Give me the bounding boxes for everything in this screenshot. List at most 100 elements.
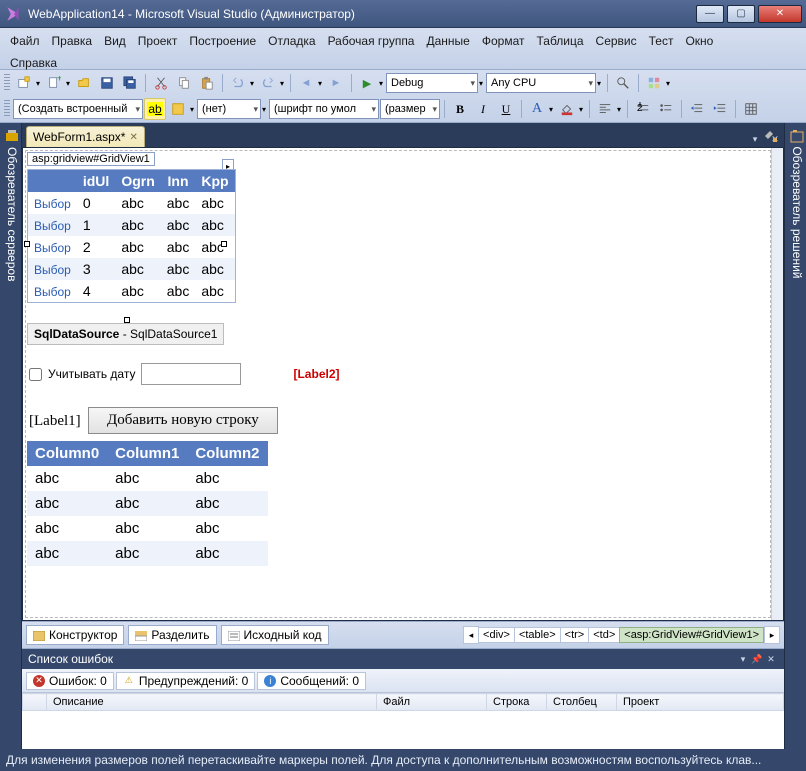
start-debug-dropdown[interactable]: ▾ [377, 72, 385, 94]
menu-format[interactable]: Формат [476, 30, 531, 52]
backcolor-button[interactable] [556, 98, 578, 120]
menu-help[interactable]: Справка [4, 52, 63, 74]
document-tab[interactable]: WebForm1.aspx* ✕ [26, 126, 145, 147]
nav-back-button[interactable]: ◄ [295, 72, 317, 94]
font-size-dropdown[interactable]: (размер [380, 99, 440, 119]
target-rule-arrow[interactable]: ▾ [260, 98, 268, 120]
close-icon[interactable]: ✕ [129, 132, 137, 143]
select-link[interactable]: Выбор [34, 263, 71, 277]
save-all-button[interactable] [119, 72, 141, 94]
element-outline-button[interactable] [167, 98, 189, 120]
col-project[interactable]: Проект [617, 694, 784, 711]
designer-surface[interactable]: asp:gridview#GridView1 ▸ idUl Ogrn Inn K… [22, 147, 784, 621]
menu-file[interactable]: Файл [4, 30, 46, 52]
align-left-button[interactable] [594, 98, 616, 120]
add-row-button[interactable]: Добавить новую строку [88, 407, 278, 434]
target-rule-dropdown[interactable]: (нет) [197, 99, 261, 119]
col-line[interactable]: Строка [487, 694, 547, 711]
undo-dropdown[interactable]: ▾ [248, 72, 256, 94]
menu-project[interactable]: Проект [132, 30, 184, 52]
window-close-button[interactable]: ✕ [758, 5, 802, 23]
forecolor-button[interactable]: A [526, 98, 548, 120]
select-link[interactable]: Выбор [34, 219, 71, 233]
errors-tab[interactable]: ✕Ошибок: 0 [26, 672, 114, 690]
element-outline-dropdown[interactable]: ▾ [188, 98, 196, 120]
date-checkbox[interactable] [29, 368, 42, 381]
indent-button[interactable] [709, 98, 731, 120]
redo-button[interactable] [257, 72, 279, 94]
menu-data[interactable]: Данные [420, 30, 475, 52]
window-minimize-button[interactable]: — [696, 5, 724, 23]
extensions-button[interactable] [643, 72, 665, 94]
resize-handle[interactable] [221, 241, 227, 247]
panel-dropdown-icon[interactable]: ▾ [736, 652, 750, 666]
add-item-dropdown[interactable]: ▾ [64, 72, 72, 94]
menu-team[interactable]: Рабочая группа [322, 30, 421, 52]
outdent-button[interactable] [686, 98, 708, 120]
menu-build[interactable]: Построение [183, 30, 262, 52]
select-link[interactable]: Выбор [34, 285, 71, 299]
menu-view[interactable]: Вид [98, 30, 132, 52]
align-dropdown[interactable]: ▾ [615, 98, 623, 120]
vertical-scrollbar[interactable] [771, 148, 783, 620]
split-view-button[interactable]: Разделить [128, 625, 216, 645]
save-button[interactable] [96, 72, 118, 94]
col-column[interactable]: Столбец [547, 694, 617, 711]
gridview1[interactable]: idUl Ogrn Inn Kpp Выбор0abcabcabc Выбор1… [27, 169, 236, 303]
extensions-dropdown[interactable]: ▾ [664, 72, 672, 94]
messages-tab[interactable]: iСообщений: 0 [257, 672, 366, 690]
cut-button[interactable] [150, 72, 172, 94]
toolbar-grip[interactable] [4, 100, 10, 118]
undo-button[interactable] [227, 72, 249, 94]
redo-dropdown[interactable]: ▾ [278, 72, 286, 94]
breadcrumb-item[interactable]: <td> [588, 627, 620, 643]
nav-back-dropdown[interactable]: ▾ [316, 72, 324, 94]
solution-config-arrow[interactable]: ▾ [477, 72, 485, 94]
target-schema-dropdown[interactable]: (Создать встроенный [13, 99, 143, 119]
paste-button[interactable] [196, 72, 218, 94]
underline-button[interactable]: U [495, 98, 517, 120]
breadcrumb-item[interactable]: <tr> [560, 627, 590, 643]
new-project-dropdown[interactable]: ▾ [34, 72, 42, 94]
highlight-button[interactable]: ab [144, 98, 166, 120]
open-file-button[interactable] [73, 72, 95, 94]
forecolor-dropdown[interactable]: ▾ [547, 98, 555, 120]
add-item-button[interactable]: + [43, 72, 65, 94]
solution-config-dropdown[interactable]: Debug [386, 73, 478, 93]
solution-explorer-tab[interactable]: Обозреватель решений [790, 129, 804, 743]
error-list-grid[interactable]: Описание Файл Строка Столбец Проект [22, 693, 784, 749]
font-family-dropdown[interactable]: (шрифт по умол [269, 99, 379, 119]
source-view-button[interactable]: Исходный код [221, 625, 329, 645]
col-file[interactable]: Файл [377, 694, 487, 711]
bulleted-list-button[interactable] [655, 98, 677, 120]
gridview2[interactable]: Column0 Column1 Column2 abcabcabc abcabc… [27, 441, 268, 566]
sqldatasource-control[interactable]: SqlDataSource - SqlDataSource1 [27, 323, 224, 345]
backcolor-dropdown[interactable]: ▾ [577, 98, 585, 120]
col-description[interactable]: Описание [47, 694, 377, 711]
breadcrumb-item[interactable]: <div> [478, 627, 515, 643]
insert-table-button[interactable] [740, 98, 762, 120]
menu-table[interactable]: Таблица [530, 30, 589, 52]
select-link[interactable]: Выбор [34, 241, 71, 255]
error-list-header[interactable]: Список ошибок ▾ 📌 ✕ [22, 649, 784, 669]
solution-platform-dropdown[interactable]: Any CPU [486, 73, 596, 93]
selected-control-tag[interactable]: asp:gridview#GridView1 [27, 152, 155, 166]
italic-button[interactable]: I [472, 98, 494, 120]
new-project-button[interactable] [13, 72, 35, 94]
resize-handle[interactable] [24, 241, 30, 247]
window-maximize-button[interactable]: ▢ [727, 5, 755, 23]
start-debug-button[interactable]: ▶ [356, 72, 378, 94]
col-icon[interactable] [23, 694, 47, 711]
menu-window[interactable]: Окно [679, 30, 719, 52]
date-textbox[interactable] [141, 363, 241, 385]
toolbar-grip[interactable] [4, 74, 10, 92]
bold-button[interactable]: B [449, 98, 471, 120]
design-view-button[interactable]: Конструктор [26, 625, 124, 645]
copy-button[interactable] [173, 72, 195, 94]
warnings-tab[interactable]: ⚠Предупреждений: 0 [116, 672, 256, 690]
breadcrumb-item-active[interactable]: <asp:GridView#GridView1> [619, 627, 764, 643]
nav-fwd-button[interactable]: ► [325, 72, 347, 94]
pin-icon[interactable]: 📌 [750, 652, 764, 666]
server-explorer-tab[interactable]: Обозреватель серверов [5, 129, 19, 743]
menu-edit[interactable]: Правка [46, 30, 99, 52]
